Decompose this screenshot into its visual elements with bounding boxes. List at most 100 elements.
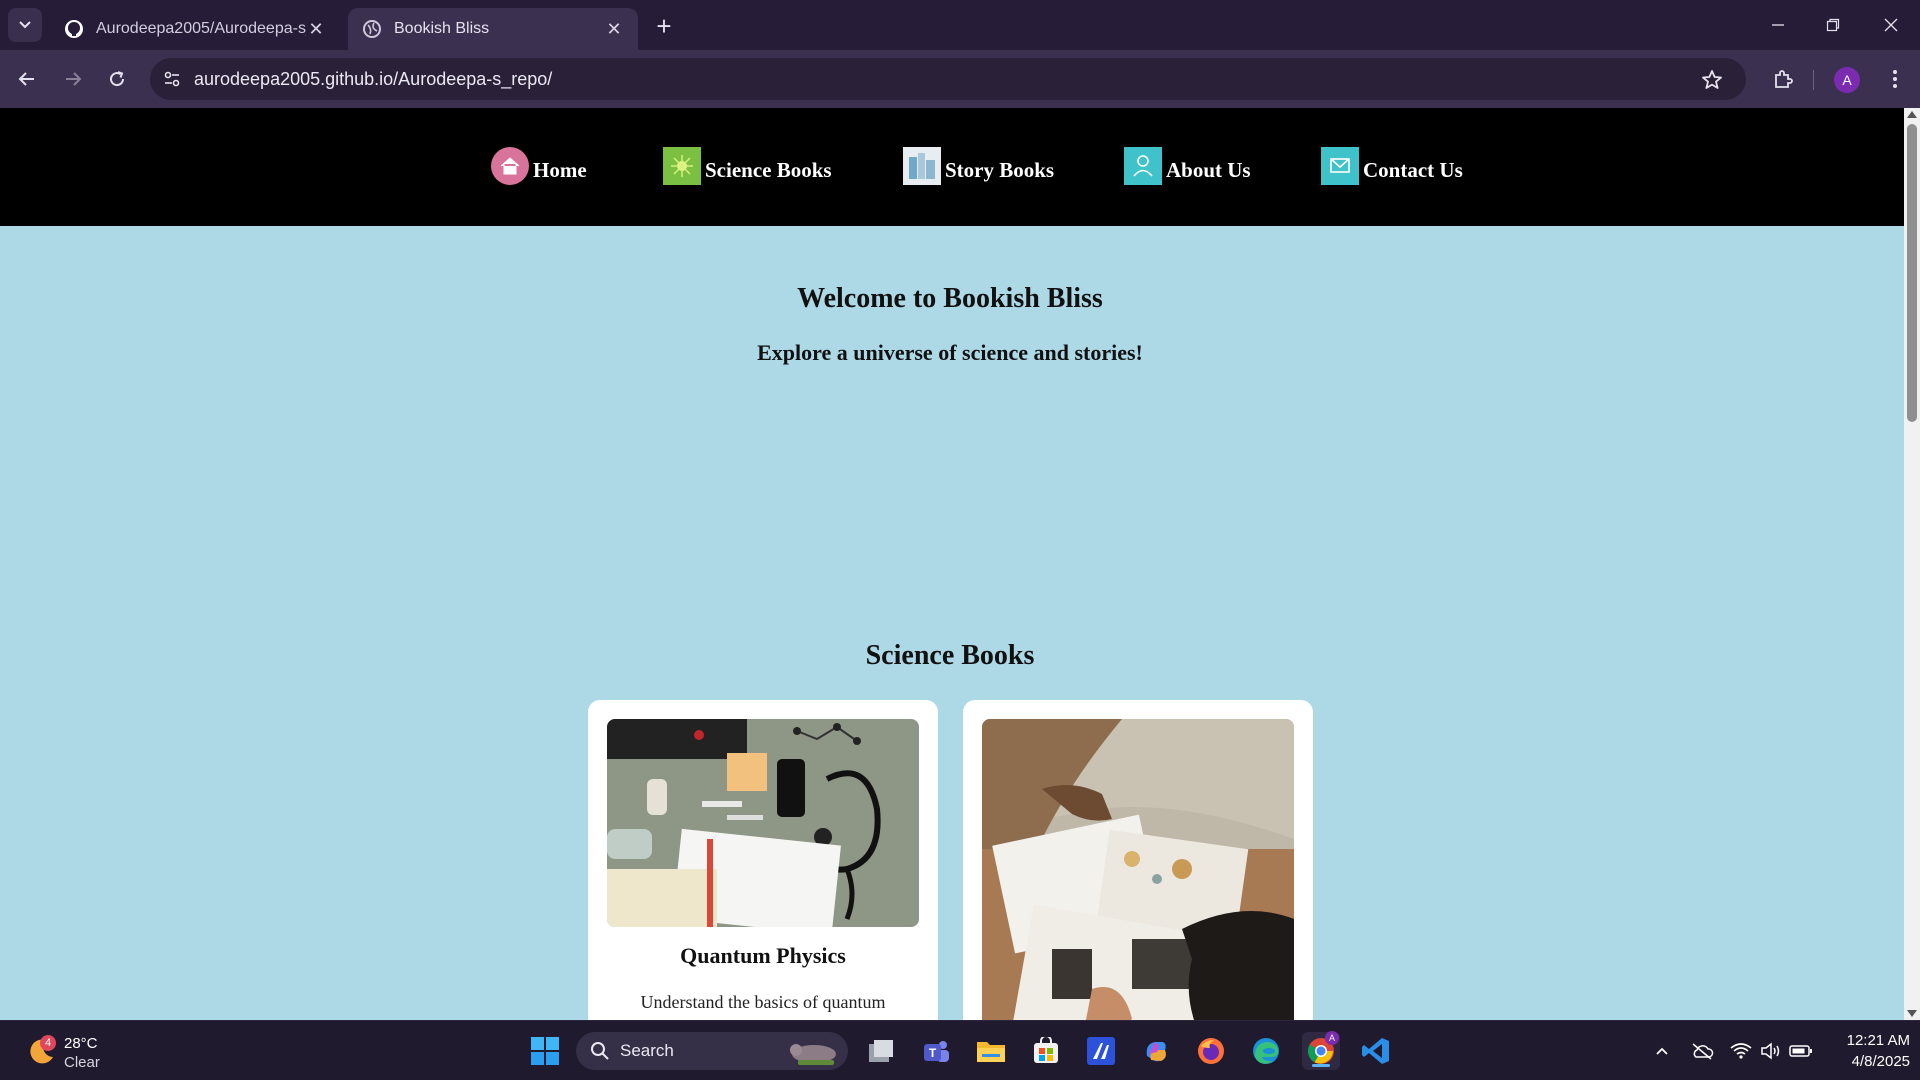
onedrive-status[interactable]	[1688, 1037, 1716, 1065]
weather-badge: 4	[40, 1035, 56, 1051]
user-icon	[1124, 147, 1162, 185]
close-window-button[interactable]	[1873, 10, 1909, 40]
editor-app-icon	[1087, 1037, 1115, 1065]
search-label: Search	[620, 1041, 674, 1060]
vscode-button[interactable]	[1357, 1032, 1395, 1070]
copilot-icon	[1146, 1042, 1166, 1062]
weather-temp: 28°C	[64, 1035, 98, 1052]
chevron-up-icon	[1656, 1047, 1668, 1055]
restore-icon	[1826, 18, 1840, 32]
clock-date: 4/8/2025	[1851, 1053, 1910, 1070]
scrollbar-thumb[interactable]	[1907, 124, 1917, 422]
tab-title: Bookish Bliss	[394, 20, 490, 37]
nav-story-books-link[interactable]: Story Books	[903, 145, 1054, 185]
close-tab-icon[interactable]: ✕	[306, 19, 326, 39]
scroll-down-icon[interactable]	[1907, 1010, 1917, 1017]
nav-about-us-label: About Us	[1166, 158, 1251, 182]
teams-button[interactable]: T	[917, 1032, 955, 1070]
page-scrollbar[interactable]	[1904, 108, 1920, 1020]
nav-contact-us-link[interactable]: Contact Us	[1321, 145, 1463, 185]
mail-icon	[1321, 147, 1359, 185]
tab-github[interactable]: Aurodeepa2005/Aurodeepa-s_r ✕	[50, 8, 340, 50]
home-icon	[491, 147, 529, 185]
site-navbar: Home Science Books Story Books About Us …	[0, 108, 1904, 226]
browser-menu-button[interactable]	[1880, 64, 1910, 94]
microsoft-store-button[interactable]	[1027, 1032, 1065, 1070]
tab-bookish-bliss[interactable]: Bookish Bliss ✕	[348, 8, 638, 50]
arrow-right-icon	[66, 72, 82, 86]
weather-widget[interactable]: 4 28°C Clear	[20, 1029, 140, 1073]
taskbar-search[interactable]: Search	[576, 1032, 848, 1070]
globe-icon	[363, 20, 381, 38]
browser-tab-bar: Aurodeepa2005/Aurodeepa-s_r ✕ Bookish Bl…	[0, 0, 1920, 50]
minimize-icon	[1772, 24, 1784, 26]
system-clock[interactable]: 12:21 AM 4/8/2025	[1820, 1030, 1910, 1072]
wifi-icon	[1730, 1043, 1752, 1059]
start-button[interactable]	[526, 1032, 564, 1070]
volume-control[interactable]	[1757, 1037, 1785, 1065]
book-card-description: Understand the basics of quantum	[640, 992, 886, 1012]
book-cover-image	[982, 719, 1294, 1020]
edge-icon	[1253, 1038, 1279, 1064]
nav-about-us-link[interactable]: About Us	[1124, 145, 1251, 185]
show-hidden-icons-button[interactable]	[1648, 1037, 1676, 1065]
task-view-button[interactable]	[862, 1032, 900, 1070]
book-card[interactable]	[963, 700, 1313, 1020]
page-viewport: Home Science Books Story Books About Us …	[0, 108, 1904, 1020]
firefox-icon	[1198, 1038, 1224, 1064]
reload-icon	[110, 71, 125, 87]
weather-condition: Clear	[64, 1054, 100, 1071]
nav-home-link[interactable]: Home	[491, 145, 587, 185]
cloud-off-icon	[1692, 1043, 1714, 1060]
url-text: aurodeepa2005.github.io/Aurodeepa-s_repo…	[194, 68, 553, 89]
nav-home-label: Home	[533, 158, 587, 182]
edge-button[interactable]	[1247, 1032, 1285, 1070]
minimize-button[interactable]	[1760, 10, 1796, 40]
editor-app-button[interactable]	[1082, 1032, 1120, 1070]
tune-icon	[164, 71, 180, 87]
firefox-button[interactable]	[1192, 1032, 1230, 1070]
chevron-down-icon	[19, 21, 31, 29]
volume-icon	[1761, 1042, 1780, 1060]
vscode-icon	[1362, 1038, 1389, 1064]
forward-button[interactable]	[56, 62, 90, 96]
svg-text:T: T	[929, 1046, 937, 1060]
github-icon	[65, 20, 83, 38]
address-bar[interactable]: aurodeepa2005.github.io/Aurodeepa-s_repo…	[150, 58, 1746, 100]
new-tab-button[interactable]: +	[650, 11, 678, 41]
bookmark-star-icon[interactable]	[1700, 68, 1724, 92]
science-books-heading: Science Books	[865, 640, 1035, 671]
extensions-button[interactable]	[1766, 62, 1800, 96]
kebab-menu-icon	[1893, 70, 1897, 88]
site-info-button[interactable]	[150, 58, 194, 100]
reload-button[interactable]	[100, 62, 134, 96]
nav-science-books-label: Science Books	[705, 158, 832, 182]
book-card-title: Quantum Physics	[680, 943, 846, 968]
copilot-button[interactable]	[1137, 1032, 1175, 1070]
book-card[interactable]: Quantum Physics Understand the basics of…	[588, 700, 938, 1020]
browser-toolbar: aurodeepa2005.github.io/Aurodeepa-s_repo…	[0, 50, 1920, 108]
wifi-status[interactable]	[1727, 1037, 1755, 1065]
back-button[interactable]	[10, 62, 44, 96]
restore-button[interactable]	[1815, 10, 1851, 40]
profile-avatar[interactable]: A	[1834, 67, 1860, 93]
battery-status[interactable]	[1787, 1037, 1815, 1065]
nav-story-books-label: Story Books	[945, 158, 1055, 182]
puzzle-icon	[1775, 70, 1793, 88]
store-icon	[1034, 1037, 1058, 1063]
arrow-left-icon	[18, 72, 34, 86]
windows-logo-icon	[531, 1037, 559, 1065]
search-highlight-icon	[790, 1044, 836, 1065]
science-icon	[663, 147, 701, 185]
nav-science-books-link[interactable]: Science Books	[663, 145, 832, 185]
tab-search-button[interactable]	[8, 8, 42, 42]
clock-time: 12:21 AM	[1846, 1032, 1910, 1049]
close-tab-icon[interactable]: ✕	[604, 19, 624, 39]
file-explorer-button[interactable]	[972, 1032, 1010, 1070]
close-icon	[1884, 18, 1898, 32]
scroll-up-icon[interactable]	[1907, 111, 1917, 118]
teams-icon: T	[924, 1041, 949, 1062]
hero-title: Welcome to Bookish Bliss	[797, 283, 1103, 314]
toolbar-separator	[1813, 70, 1814, 90]
chrome-button[interactable]: A	[1302, 1031, 1340, 1070]
